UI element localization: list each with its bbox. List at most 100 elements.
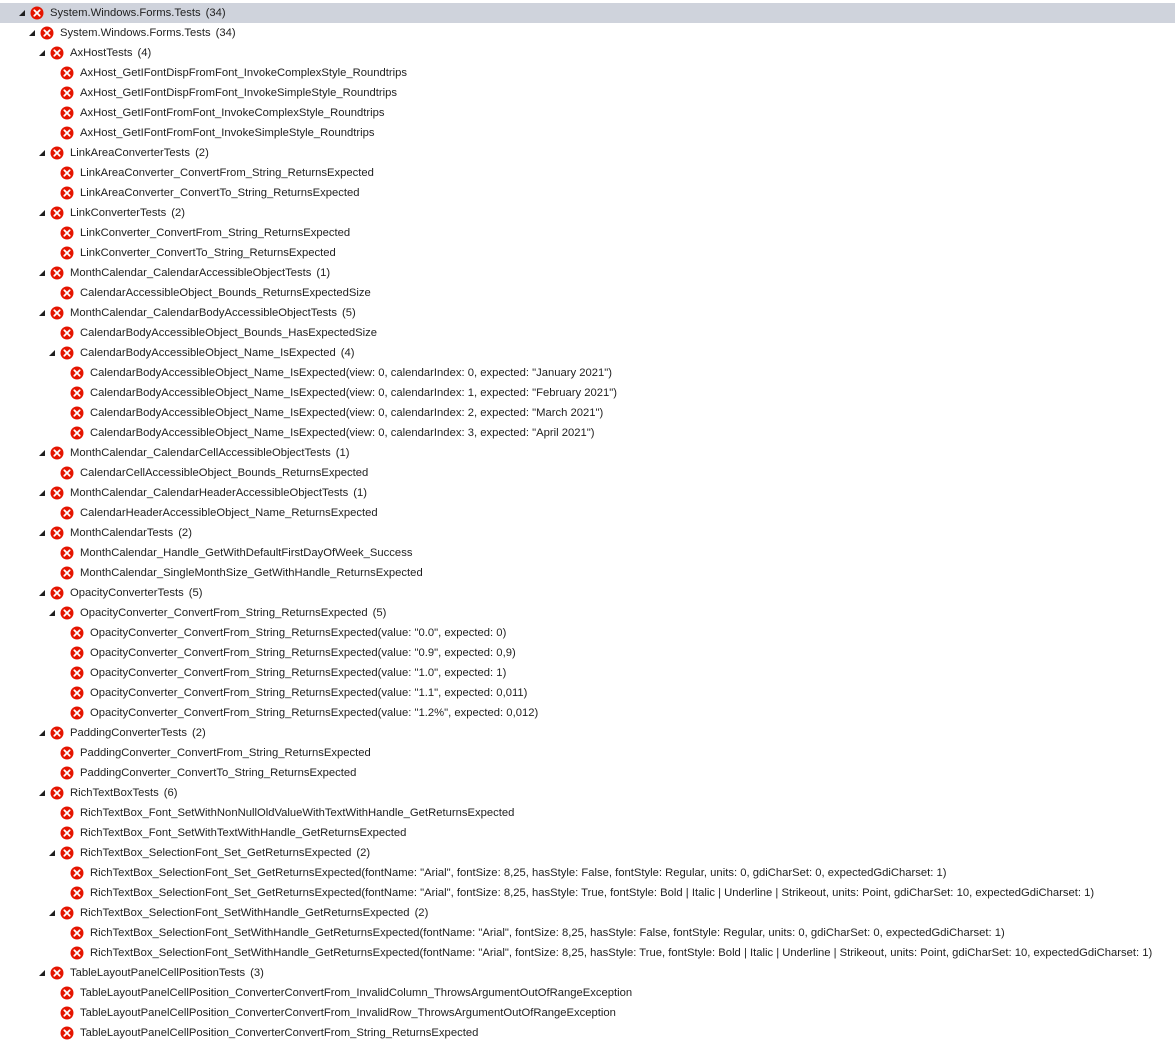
tree-test-row[interactable]: PaddingConverter_ConvertTo_String_Return… bbox=[0, 763, 1175, 783]
tree-test-row[interactable]: RichTextBox_SelectionFont_Set_GetReturns… bbox=[0, 883, 1175, 903]
tree-test-row[interactable]: OpacityConverter_ConvertFrom_String_Retu… bbox=[0, 643, 1175, 663]
expanded-triangle-icon[interactable] bbox=[37, 788, 47, 798]
tree-test-row[interactable]: PaddingConverter_ConvertFrom_String_Retu… bbox=[0, 743, 1175, 763]
tree-test-row[interactable]: CalendarAccessibleObject_Bounds_ReturnsE… bbox=[0, 283, 1175, 303]
tree-item-count: (1) bbox=[335, 447, 350, 459]
failed-x-icon bbox=[50, 206, 64, 220]
tree-test-row[interactable]: LinkConverter_ConvertFrom_String_Returns… bbox=[0, 223, 1175, 243]
expanded-triangle-icon[interactable] bbox=[37, 488, 47, 498]
tree-group-row[interactable]: PaddingConverterTests (2) bbox=[0, 723, 1175, 743]
tree-group-row[interactable]: LinkConverterTests (2) bbox=[0, 203, 1175, 223]
tree-test-row[interactable]: CalendarBodyAccessibleObject_Bounds_HasE… bbox=[0, 323, 1175, 343]
tree-test-row[interactable]: OpacityConverter_ConvertFrom_String_Retu… bbox=[0, 703, 1175, 723]
expanded-triangle-icon[interactable] bbox=[37, 728, 47, 738]
tree-test-row[interactable]: CalendarBodyAccessibleObject_Name_IsExpe… bbox=[0, 363, 1175, 383]
expanded-triangle-icon[interactable] bbox=[37, 588, 47, 598]
tree-item-label: OpacityConverterTests bbox=[70, 587, 184, 599]
tree-test-row[interactable]: LinkAreaConverter_ConvertFrom_String_Ret… bbox=[0, 163, 1175, 183]
tree-test-row[interactable]: AxHost_GetIFontDispFromFont_InvokeSimple… bbox=[0, 83, 1175, 103]
tree-group-row[interactable]: MonthCalendar_CalendarAccessibleObjectTe… bbox=[0, 263, 1175, 283]
failed-x-icon bbox=[60, 126, 74, 140]
expanded-triangle-icon[interactable] bbox=[37, 528, 47, 538]
tree-test-row[interactable]: RichTextBox_Font_SetWithTextWithHandle_G… bbox=[0, 823, 1175, 843]
tree-group-row[interactable]: RichTextBox_SelectionFont_Set_GetReturns… bbox=[0, 843, 1175, 863]
tree-test-row[interactable]: CalendarBodyAccessibleObject_Name_IsExpe… bbox=[0, 403, 1175, 423]
tree-test-row[interactable]: OpacityConverter_ConvertFrom_String_Retu… bbox=[0, 683, 1175, 703]
tree-test-row[interactable]: OpacityConverter_ConvertFrom_String_Retu… bbox=[0, 663, 1175, 683]
failed-x-icon bbox=[60, 1026, 74, 1040]
tree-group-row[interactable]: MonthCalendar_CalendarCellAccessibleObje… bbox=[0, 443, 1175, 463]
tree-test-row[interactable]: RichTextBox_SelectionFont_Set_GetReturns… bbox=[0, 863, 1175, 883]
tree-group-row[interactable]: MonthCalendar_CalendarHeaderAccessibleOb… bbox=[0, 483, 1175, 503]
expanded-triangle-icon[interactable] bbox=[37, 148, 47, 158]
expanded-triangle-icon[interactable] bbox=[37, 448, 47, 458]
tree-test-row[interactable]: AxHost_GetIFontFromFont_InvokeSimpleStyl… bbox=[0, 123, 1175, 143]
tree-group-row[interactable]: RichTextBoxTests (6) bbox=[0, 783, 1175, 803]
tree-group-row[interactable]: OpacityConverter_ConvertFrom_String_Retu… bbox=[0, 603, 1175, 623]
failed-x-icon bbox=[60, 466, 74, 480]
tree-test-row[interactable]: CalendarBodyAccessibleObject_Name_IsExpe… bbox=[0, 383, 1175, 403]
tree-test-row[interactable]: CalendarCellAccessibleObject_Bounds_Retu… bbox=[0, 463, 1175, 483]
tree-test-row[interactable]: TableLayoutPanelCellPosition_ConverterCo… bbox=[0, 983, 1175, 1003]
tree-test-row[interactable]: RichTextBox_Font_SetWithNonNullOldValueW… bbox=[0, 803, 1175, 823]
tree-test-row[interactable]: RichTextBox_SelectionFont_SetWithHandle_… bbox=[0, 943, 1175, 963]
failed-x-icon bbox=[70, 886, 84, 900]
failed-x-icon bbox=[50, 526, 64, 540]
tree-item-label: OpacityConverter_ConvertFrom_String_Retu… bbox=[90, 627, 507, 639]
tree-item-label: PaddingConverterTests bbox=[70, 727, 187, 739]
expanded-triangle-icon[interactable] bbox=[47, 348, 57, 358]
tree-item-count: (2) bbox=[191, 727, 206, 739]
tree-test-row[interactable]: MonthCalendar_Handle_GetWithDefaultFirst… bbox=[0, 543, 1175, 563]
expanded-triangle-icon[interactable] bbox=[47, 908, 57, 918]
tree-test-row[interactable]: CalendarHeaderAccessibleObject_Name_Retu… bbox=[0, 503, 1175, 523]
tree-test-row[interactable]: AxHost_GetIFontDispFromFont_InvokeComple… bbox=[0, 63, 1175, 83]
failed-x-icon bbox=[70, 926, 84, 940]
failed-x-icon bbox=[70, 366, 84, 380]
tree-test-row[interactable]: RichTextBox_SelectionFont_SetWithHandle_… bbox=[0, 923, 1175, 943]
expanded-triangle-icon[interactable] bbox=[37, 268, 47, 278]
tree-item-label: TableLayoutPanelCellPosition_ConverterCo… bbox=[80, 987, 633, 999]
tree-group-row[interactable]: CalendarBodyAccessibleObject_Name_IsExpe… bbox=[0, 343, 1175, 363]
tree-group-row[interactable]: TableLayoutPanelCellPositionTests (3) bbox=[0, 963, 1175, 983]
tree-item-label: OpacityConverter_ConvertFrom_String_Retu… bbox=[90, 647, 516, 659]
tree-test-row[interactable]: TableLayoutPanelCellPosition_ConverterCo… bbox=[0, 1003, 1175, 1023]
tree-group-row[interactable]: System.Windows.Forms.Tests (34) bbox=[0, 23, 1175, 43]
failed-x-icon bbox=[50, 46, 64, 60]
tree-group-row[interactable]: MonthCalendarTests (2) bbox=[0, 523, 1175, 543]
tree-test-row[interactable]: MonthCalendar_SingleMonthSize_GetWithHan… bbox=[0, 563, 1175, 583]
tree-group-row[interactable]: AxHostTests (4) bbox=[0, 43, 1175, 63]
tree-item-count: (5) bbox=[188, 587, 203, 599]
expanded-triangle-icon[interactable] bbox=[17, 8, 27, 18]
failed-x-icon bbox=[60, 906, 74, 920]
failed-x-icon bbox=[50, 966, 64, 980]
tree-test-row[interactable]: LinkConverter_ConvertTo_String_ReturnsEx… bbox=[0, 243, 1175, 263]
tree-group-row[interactable]: LinkAreaConverterTests (2) bbox=[0, 143, 1175, 163]
tree-item-label: RichTextBoxTests bbox=[70, 787, 159, 799]
tree-group-row[interactable]: RichTextBox_SelectionFont_SetWithHandle_… bbox=[0, 903, 1175, 923]
expanded-triangle-icon[interactable] bbox=[47, 608, 57, 618]
expanded-triangle-icon[interactable] bbox=[37, 968, 47, 978]
tree-item-label: AxHostTests bbox=[70, 47, 133, 59]
expanded-triangle-icon[interactable] bbox=[27, 28, 37, 38]
tree-test-row[interactable]: CalendarBodyAccessibleObject_Name_IsExpe… bbox=[0, 423, 1175, 443]
failed-x-icon bbox=[60, 166, 74, 180]
expanded-triangle-icon[interactable] bbox=[37, 308, 47, 318]
failed-x-icon bbox=[60, 986, 74, 1000]
tree-item-label: RichTextBox_SelectionFont_SetWithHandle_… bbox=[80, 907, 410, 919]
failed-x-icon bbox=[70, 866, 84, 880]
tree-test-row[interactable]: TableLayoutPanelCellPosition_ConverterCo… bbox=[0, 1023, 1175, 1043]
tree-group-row[interactable]: System.Windows.Forms.Tests (34) bbox=[0, 3, 1175, 23]
tree-group-row[interactable]: OpacityConverterTests (5) bbox=[0, 583, 1175, 603]
tree-item-label: MonthCalendarTests bbox=[70, 527, 174, 539]
tree-test-row[interactable]: LinkAreaConverter_ConvertTo_String_Retur… bbox=[0, 183, 1175, 203]
tree-item-label: RichTextBox_SelectionFont_Set_GetReturns… bbox=[90, 867, 947, 879]
tree-test-row[interactable]: OpacityConverter_ConvertFrom_String_Retu… bbox=[0, 623, 1175, 643]
tree-test-row[interactable]: AxHost_GetIFontFromFont_InvokeComplexSty… bbox=[0, 103, 1175, 123]
expanded-triangle-icon[interactable] bbox=[47, 848, 57, 858]
tree-item-label: RichTextBox_SelectionFont_SetWithHandle_… bbox=[90, 927, 1005, 939]
tree-item-label: CalendarHeaderAccessibleObject_Name_Retu… bbox=[80, 507, 378, 519]
expanded-triangle-icon[interactable] bbox=[37, 48, 47, 58]
tree-group-row[interactable]: MonthCalendar_CalendarBodyAccessibleObje… bbox=[0, 303, 1175, 323]
expanded-triangle-icon[interactable] bbox=[37, 208, 47, 218]
failed-x-icon bbox=[70, 406, 84, 420]
